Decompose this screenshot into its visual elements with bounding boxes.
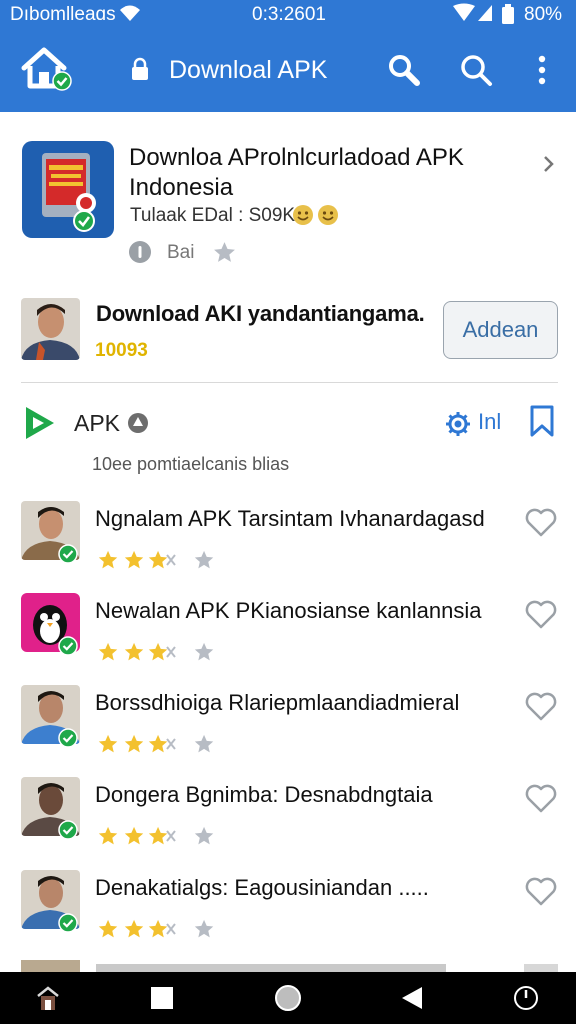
gear-icon[interactable] bbox=[444, 410, 472, 438]
status-bar: Dıbomlleaɑs 0:3:2601 80% bbox=[0, 0, 576, 30]
x-mark-icon bbox=[166, 554, 176, 566]
star-icon bbox=[98, 550, 118, 569]
list-item-title: Borssdhioiga Rlariepmlaandiadmieral bbox=[95, 690, 460, 715]
info-icon[interactable] bbox=[128, 240, 152, 264]
heart-icon[interactable] bbox=[524, 783, 558, 814]
featured-sub-label: Bai bbox=[167, 242, 195, 263]
star-icon bbox=[194, 919, 214, 938]
wifi-icon bbox=[120, 5, 140, 21]
star-icon bbox=[148, 734, 168, 753]
clock: 0:3:2601 bbox=[252, 4, 326, 25]
verified-check-icon bbox=[58, 544, 78, 564]
list-item[interactable]: Dongera Bgnimba: Desnabdngtaia bbox=[0, 777, 576, 869]
emoji-icon bbox=[318, 205, 338, 225]
star-icon bbox=[194, 734, 214, 753]
star-icon bbox=[194, 826, 214, 845]
battery-percent: 80% bbox=[524, 4, 563, 25]
star-rating bbox=[98, 734, 214, 753]
list-item-title: Ngnalam APK Tarsintam Ivhanardagasd bbox=[95, 506, 485, 531]
back-triangle-icon[interactable] bbox=[398, 984, 426, 1012]
list-item[interactable]: Newalan APK PKianosianse kanlannsia bbox=[0, 593, 576, 685]
stop-square-icon[interactable] bbox=[148, 984, 176, 1012]
featured-title-line: Indonesia bbox=[129, 174, 234, 201]
badge-icon bbox=[128, 413, 148, 433]
star-icon bbox=[98, 826, 118, 845]
power-icon[interactable] bbox=[512, 984, 540, 1012]
add-button[interactable]: Addean bbox=[443, 301, 558, 359]
more-vert-icon[interactable] bbox=[524, 52, 560, 88]
play-logo-icon bbox=[26, 407, 54, 439]
app-shortcut-icon[interactable] bbox=[34, 984, 62, 1012]
app-bar-title: Downloal APK bbox=[169, 56, 328, 84]
divider bbox=[21, 382, 558, 383]
avatar bbox=[21, 298, 80, 360]
home-icon[interactable] bbox=[20, 46, 72, 92]
heart-icon[interactable] bbox=[524, 876, 558, 907]
promo-title: Download AKI yandantiangama. bbox=[96, 301, 425, 326]
section-link[interactable]: Inl bbox=[478, 409, 501, 435]
list-item-title: Dongera Bgnimba: Desnabdngtaia bbox=[95, 782, 433, 807]
star-icon bbox=[148, 550, 168, 569]
star-icon bbox=[124, 734, 144, 753]
list-item[interactable]: Denakatialgs: Eagousiniandan ..... bbox=[0, 870, 576, 962]
x-mark-icon bbox=[166, 830, 176, 842]
star-icon bbox=[124, 919, 144, 938]
star-icon bbox=[98, 734, 118, 753]
verified-check-icon bbox=[58, 820, 78, 840]
star-rating bbox=[98, 550, 214, 569]
search-icon[interactable] bbox=[386, 52, 422, 88]
star-icon bbox=[98, 642, 118, 661]
star-icon bbox=[98, 919, 118, 938]
bookmark-icon[interactable] bbox=[528, 405, 556, 437]
carrier-name: Dıbomlleaɑs bbox=[10, 4, 116, 25]
list-item-title: Denakatialgs: Eagousiniandan ..... bbox=[95, 875, 429, 900]
promo-count: 10093 bbox=[95, 340, 148, 361]
list-item[interactable]: Borssdhioiga Rlariepmlaandiadmieral bbox=[0, 685, 576, 777]
featured-title-line: Downloa AProlnlcurladoad APK bbox=[129, 144, 464, 171]
star-icon bbox=[194, 642, 214, 661]
star-rating bbox=[98, 919, 214, 938]
battery-icon bbox=[502, 4, 514, 24]
verified-check-icon bbox=[58, 728, 78, 748]
signal-icon bbox=[453, 3, 492, 21]
x-mark-icon bbox=[166, 923, 176, 935]
section-title: APK bbox=[74, 410, 121, 436]
star-rating bbox=[98, 826, 214, 845]
heart-icon[interactable] bbox=[524, 599, 558, 630]
star-icon bbox=[124, 642, 144, 661]
heart-icon[interactable] bbox=[524, 507, 558, 538]
search-icon[interactable] bbox=[458, 52, 494, 88]
x-mark-icon bbox=[166, 646, 176, 658]
star-icon[interactable] bbox=[212, 240, 237, 265]
star-icon bbox=[194, 550, 214, 569]
star-icon bbox=[148, 826, 168, 845]
home-circle-icon[interactable] bbox=[274, 984, 302, 1012]
system-nav-bar bbox=[0, 972, 576, 1024]
chevron-right-icon[interactable] bbox=[541, 153, 557, 175]
verified-check-icon bbox=[58, 913, 78, 933]
app-bar: Dıbomlleaɑs 0:3:2601 80% Downloal APK bbox=[0, 0, 576, 112]
lock-icon bbox=[132, 57, 148, 80]
star-icon bbox=[124, 826, 144, 845]
list-item[interactable]: Ngnalam APK Tarsintam Ivhanardagasd bbox=[0, 501, 576, 593]
list-item-title: Newalan APK PKianosianse kanlannsia bbox=[95, 598, 482, 623]
featured-app-icon bbox=[22, 141, 114, 238]
featured-app-title: Downloa AProlnlcurladoad APK Indonesia bbox=[129, 143, 519, 203]
x-mark-icon bbox=[166, 738, 176, 750]
list-item-partial bbox=[0, 958, 576, 972]
emoji-icon bbox=[293, 205, 313, 225]
star-rating bbox=[98, 642, 214, 661]
featured-app-meta: Tulaak EDal : S09K bbox=[130, 205, 296, 226]
section-subtitle: 10ee pomtiaelcanis blias bbox=[92, 454, 290, 474]
verified-check-icon bbox=[58, 636, 78, 656]
star-icon bbox=[124, 550, 144, 569]
star-icon bbox=[148, 919, 168, 938]
star-icon bbox=[148, 642, 168, 661]
heart-icon[interactable] bbox=[524, 691, 558, 722]
